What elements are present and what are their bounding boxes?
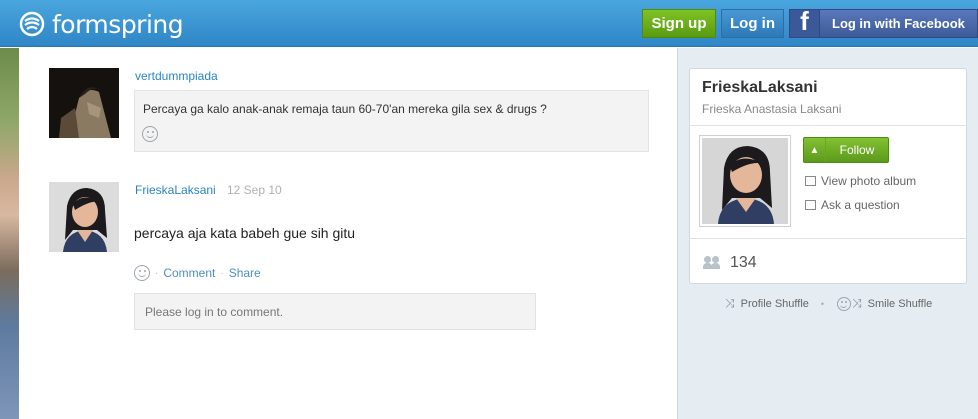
answer-date: 12 Sep 10	[227, 183, 282, 197]
divider	[690, 125, 966, 126]
asker-username-link[interactable]: vertdummpiada	[135, 69, 218, 83]
question-box: Percaya ga kalo anak-anak remaja taun 60…	[134, 90, 649, 152]
view-photo-album-link[interactable]: View photo album	[805, 174, 916, 188]
smile-shuffle-link[interactable]: Smile Shuffle	[868, 298, 933, 310]
answer-actions: · Comment · Share	[134, 264, 261, 282]
formspring-logo[interactable]: formspring	[18, 8, 184, 40]
share-link[interactable]: Share	[229, 266, 261, 280]
follow-label: Follow	[839, 143, 875, 157]
comment-prompt-text: Please log in to comment.	[145, 305, 284, 319]
asker-avatar[interactable]	[49, 68, 119, 138]
profile-photo-image	[702, 138, 788, 224]
profile-card: FrieskaLaksani Frieska Anastasia Laksani…	[689, 68, 967, 284]
smile-icon	[837, 296, 852, 311]
comment-login-prompt[interactable]: Please log in to comment.	[134, 293, 536, 330]
profile-shuffle-link[interactable]: Profile Shuffle	[741, 298, 809, 310]
formspring-logo-icon	[19, 11, 45, 37]
view-photo-album-label: View photo album	[821, 174, 917, 188]
facebook-icon: f	[790, 10, 820, 37]
ask-question-label: Ask a question	[821, 198, 900, 212]
followers-count[interactable]: 134	[703, 254, 757, 272]
photo-album-icon	[805, 176, 816, 186]
followers-icon	[703, 256, 722, 270]
separator: ·	[220, 267, 224, 279]
profile-username[interactable]: FrieskaLaksani	[702, 79, 818, 97]
comment-link[interactable]: Comment	[163, 266, 215, 280]
shuffle-links: ⤨ Profile Shuffle • ⤨ Smile Shuffle	[725, 296, 932, 311]
logo-text: formspring	[52, 9, 184, 39]
shuffle-icon: ⤨	[852, 296, 862, 310]
smile-icon[interactable]	[142, 126, 158, 142]
divider	[690, 238, 966, 239]
facebook-login-button[interactable]: f Log in with Facebook	[789, 9, 978, 38]
profile-full-name: Frieska Anastasia Laksani	[702, 102, 842, 116]
separator: ·	[155, 267, 159, 279]
follow-button[interactable]: ▲ Follow	[803, 137, 889, 163]
chevron-up-icon: ▲	[804, 138, 826, 162]
ask-question-link[interactable]: Ask a question	[805, 198, 900, 212]
followers-number: 134	[730, 254, 757, 271]
sign-up-button[interactable]: Sign up	[642, 9, 716, 38]
answerer-avatar[interactable]	[49, 182, 119, 252]
smile-icon[interactable]	[134, 265, 150, 281]
facebook-login-label: Log in with Facebook	[832, 16, 965, 31]
profile-photo[interactable]	[699, 135, 791, 227]
background-photo-strip	[0, 48, 19, 419]
top-bar: formspring Sign up Log in f Log in with …	[0, 0, 978, 47]
answerer-avatar-image	[49, 182, 119, 252]
separator: •	[820, 298, 825, 309]
shuffle-icon: ⤨	[725, 296, 735, 310]
answerer-username-link[interactable]: FrieskaLaksani	[135, 183, 216, 197]
asker-avatar-image	[49, 68, 119, 138]
pencil-icon	[805, 200, 816, 210]
question-text: Percaya ga kalo anak-anak remaja taun 60…	[143, 102, 547, 116]
log-in-button[interactable]: Log in	[721, 9, 784, 38]
answer-text: percaya aja kata babeh gue sih gitu	[134, 225, 356, 241]
